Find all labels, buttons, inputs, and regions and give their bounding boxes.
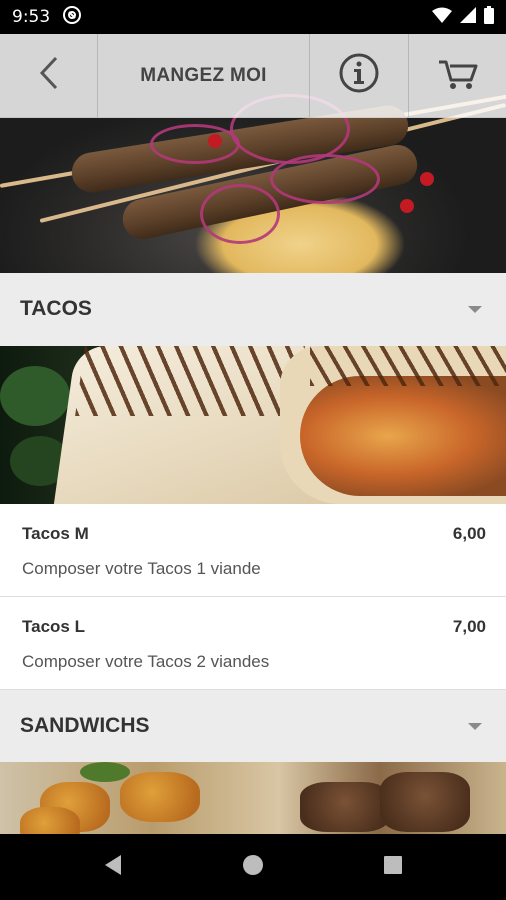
food-piece (380, 772, 470, 832)
status-time: 9:53 (12, 7, 51, 27)
onion-ring (150, 124, 240, 164)
herb-garnish (80, 762, 130, 782)
status-icons (432, 5, 494, 29)
item-name: Tacos M (22, 524, 89, 543)
square-recents-icon (383, 855, 403, 880)
category-title: SANDWICHS (20, 714, 150, 737)
info-button[interactable] (310, 34, 409, 117)
page-title: MANGEZ MOI (98, 34, 310, 117)
food-piece (120, 772, 200, 822)
menu-item[interactable]: Tacos M 6,00 Composer votre Tacos 1 vian… (0, 504, 506, 597)
status-bar: 9:53 (0, 0, 506, 34)
back-button[interactable] (0, 34, 98, 117)
info-icon (339, 53, 379, 98)
tacos-filling (300, 376, 506, 496)
arrow-left-icon (38, 56, 60, 95)
item-name: Tacos L (22, 617, 85, 636)
food-piece (20, 807, 80, 834)
cart-button[interactable] (409, 34, 506, 117)
item-price: 7,00 (452, 617, 486, 636)
system-nav-bar (0, 834, 506, 900)
app-toolbar: MANGEZ MOI (0, 34, 506, 118)
nav-home-button[interactable] (233, 847, 273, 887)
food-piece (300, 782, 390, 832)
dropdown-arrow-icon (468, 722, 482, 730)
pomegranate-seed (208, 134, 222, 148)
menu-item[interactable]: Tacos L 7,00 Composer votre Tacos 2 vian… (0, 597, 506, 690)
nav-back-button[interactable] (93, 847, 133, 887)
grill-marks (75, 346, 305, 416)
cart-icon (438, 56, 478, 95)
item-description: Composer votre Tacos 1 viande (22, 559, 261, 578)
item-price: 6,00 (452, 524, 486, 543)
triangle-back-icon (103, 854, 123, 881)
onion-ring (270, 154, 380, 204)
nav-recents-button[interactable] (373, 847, 413, 887)
signal-icon (460, 6, 476, 28)
category-header-sandwichs[interactable]: SANDWICHS (0, 690, 506, 762)
herb-garnish (0, 366, 70, 426)
sandwichs-category-image (0, 762, 506, 834)
at-sign-notification-icon (62, 5, 82, 30)
grill-marks (310, 346, 506, 386)
wifi-icon (432, 7, 452, 28)
circle-home-icon (242, 854, 264, 881)
dropdown-arrow-icon (468, 305, 482, 313)
category-title: TACOS (20, 297, 92, 320)
pomegranate-seed (400, 199, 414, 213)
onion-ring (200, 184, 280, 244)
battery-icon (484, 5, 494, 29)
tacos-category-image (0, 346, 506, 504)
item-description: Composer votre Tacos 2 viandes (22, 652, 270, 671)
pomegranate-seed (420, 172, 434, 186)
category-header-tacos[interactable]: TACOS (0, 273, 506, 345)
